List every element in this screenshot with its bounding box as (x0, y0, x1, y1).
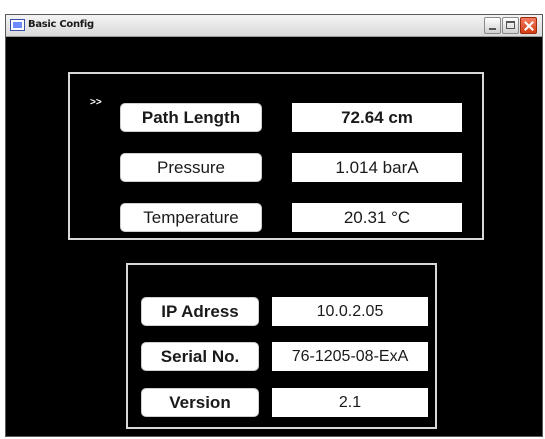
serial-number-label: Serial No. (141, 342, 259, 371)
pressure-value: 1.014 barA (292, 153, 462, 182)
serial-number-value: 76-1205-08-ExA (272, 342, 428, 371)
version-label: Version (141, 388, 259, 417)
title-bar[interactable]: Basic Config (6, 15, 542, 37)
app-window-icon (10, 19, 25, 31)
temperature-button[interactable]: Temperature (120, 203, 262, 232)
temperature-value: 20.31 °C (292, 203, 462, 232)
window-title: Basic Config (28, 19, 94, 30)
sensor-panel: >> Path Length 72.64 cm Pressure 1.014 b… (68, 72, 484, 240)
path-length-button[interactable]: Path Length (120, 103, 262, 132)
device-info-panel: IP Adress 10.0.2.05 Serial No. 76-1205-0… (126, 263, 437, 429)
close-icon[interactable] (520, 17, 537, 34)
basic-config-window: Basic Config >> Path Length 72.64 cm Pre… (5, 14, 543, 437)
pressure-button[interactable]: Pressure (120, 153, 262, 182)
ip-address-label: IP Adress (141, 297, 259, 326)
selection-pointer: >> (90, 97, 102, 108)
ip-address-value: 10.0.2.05 (272, 297, 428, 326)
path-length-value: 72.64 cm (292, 103, 462, 132)
version-value: 2.1 (272, 388, 428, 417)
minimize-icon[interactable] (484, 17, 501, 34)
maximize-icon[interactable] (502, 17, 519, 34)
